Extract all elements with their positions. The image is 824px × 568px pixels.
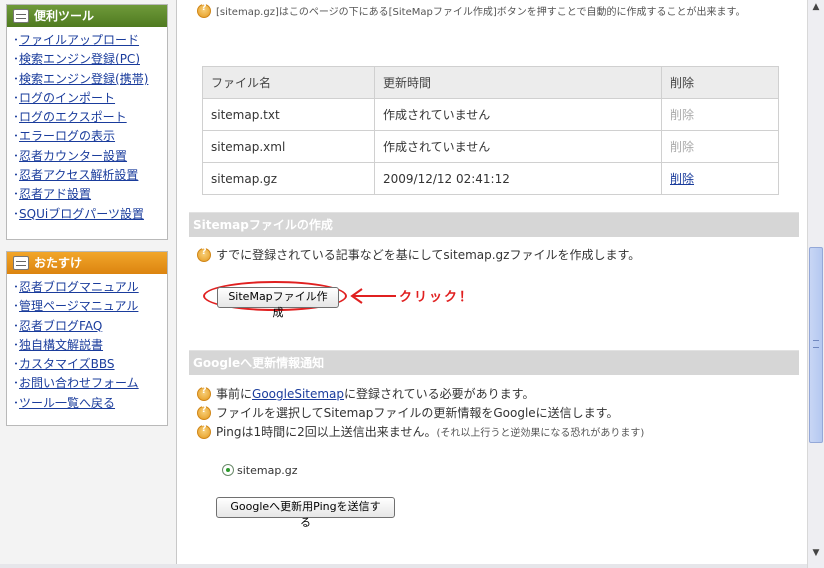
help-box-header: おたすけ — [7, 252, 167, 274]
horizontal-scrollbar[interactable] — [0, 564, 807, 568]
top-note: [sitemap.gz]はこのページの下にある[SiteMapファイル作成]ボタ… — [197, 3, 745, 18]
scroll-down-arrow-icon[interactable]: ▼ — [809, 546, 823, 560]
list-item: お問い合わせフォーム — [13, 374, 167, 393]
updated-cell: 2009/12/12 02:41:12 — [374, 162, 662, 195]
updated-cell: 作成されていません — [374, 98, 662, 131]
list-item: ログのインポート — [13, 89, 167, 108]
tool-link[interactable]: ファイルアップロード — [19, 33, 139, 47]
sitemap-section-header: Sitemapファイルの作成 — [189, 212, 799, 237]
sitemap-description: すでに登録されている記事などを基にしてsitemap.gzファイルを作成します。 — [197, 246, 640, 263]
google-section-header: Googleへ更新情報通知 — [189, 350, 799, 375]
google-sitemap-link[interactable]: GoogleSitemap — [252, 387, 344, 401]
table-header-row: ファイル名 更新時間 削除 — [202, 66, 779, 99]
list-item: ログのエクスポート — [13, 108, 167, 127]
help-link[interactable]: 忍者ブログマニュアル — [19, 280, 139, 294]
list-item: 忍者カウンター設置 — [13, 147, 167, 166]
click-annotation: クリック！ — [399, 290, 475, 305]
arrow-left-icon — [350, 288, 396, 304]
info-bullet-icon — [197, 424, 211, 439]
tool-link[interactable]: SQUiブログパーツ設置 — [19, 207, 144, 221]
google-line-3: Pingは1時間に2回以上送信出来ません。(それ以上行うと逆効果になる恐れがあり… — [197, 423, 644, 440]
google-line-1: 事前にGoogleSitemapに登録されている必要があります。 — [197, 385, 534, 402]
notepad-icon — [13, 9, 29, 23]
book-icon — [13, 256, 29, 270]
help-link[interactable]: 忍者ブログFAQ — [19, 319, 102, 333]
google-line-1-prefix: 事前に — [216, 387, 253, 401]
info-bullet-icon — [197, 247, 211, 262]
help-box-title: おたすけ — [34, 256, 83, 270]
info-bullet-icon — [197, 3, 211, 18]
info-bullet-icon — [197, 405, 211, 420]
list-item: 検索エンジン登録(PC) — [13, 50, 167, 69]
google-line-2: ファイルを選択してSitemapファイルの更新情報をGoogleに送信します。 — [197, 404, 618, 421]
google-line-2-text: ファイルを選択してSitemapファイルの更新情報をGoogleに送信します。 — [216, 406, 619, 420]
table-row: sitemap.xml 作成されていません 削除 — [202, 130, 779, 163]
list-item: カスタマイズBBS — [13, 355, 167, 374]
vertical-scrollbar[interactable]: ▲ ▼ — [807, 0, 824, 568]
help-link[interactable]: 管理ページマニュアル — [19, 299, 138, 313]
radio-button-selected[interactable] — [222, 464, 234, 476]
tool-link[interactable]: 忍者カウンター設置 — [19, 149, 127, 163]
radio-label: sitemap.gz — [237, 464, 298, 477]
sitemap-radio-option[interactable]: sitemap.gz — [222, 464, 298, 477]
updated-cell: 作成されていません — [374, 130, 662, 163]
tool-link[interactable]: 忍者アド設置 — [19, 187, 91, 201]
filename-cell: sitemap.gz — [202, 162, 375, 195]
scroll-up-arrow-icon[interactable]: ▲ — [809, 0, 823, 14]
table-row: sitemap.gz 2009/12/12 02:41:12 削除 — [202, 162, 779, 195]
tools-box-title: 便利ツール — [34, 9, 95, 23]
delete-cell-disabled: 削除 — [661, 98, 779, 131]
list-item: 忍者ブログマニュアル — [13, 278, 167, 297]
main-content: [sitemap.gz]はこのページの下にある[SiteMapファイル作成]ボタ… — [177, 0, 807, 568]
list-item: ツール一覧へ戻る — [13, 394, 167, 413]
list-item: SQUiブログパーツ設置 — [13, 205, 167, 224]
tools-box: 便利ツール ファイルアップロード 検索エンジン登録(PC) 検索エンジン登録(携… — [6, 4, 168, 240]
google-line-1-suffix: に登録されている必要があります。 — [344, 387, 535, 401]
help-link[interactable]: カスタマイズBBS — [19, 357, 115, 371]
delete-cell: 削除 — [661, 162, 779, 195]
table-row: sitemap.txt 作成されていません 削除 — [202, 98, 779, 131]
sitemap-description-text: すでに登録されている記事などを基にしてsitemap.gzファイルを作成します。 — [216, 248, 641, 262]
list-item: 独自構文解説書 — [13, 336, 167, 355]
column-header-delete: 削除 — [661, 66, 779, 99]
list-item: 検索エンジン登録(携帯) — [13, 70, 167, 89]
help-link[interactable]: ツール一覧へ戻る — [19, 396, 115, 410]
help-link[interactable]: 独自構文解説書 — [19, 338, 103, 352]
google-line-3-text: Pingは1時間に2回以上送信出来ません。 — [216, 425, 437, 439]
send-ping-button[interactable]: Googleへ更新用Pingを送信する — [216, 497, 395, 529]
list-item: 管理ページマニュアル — [13, 297, 167, 316]
list-item: ファイルアップロード — [13, 31, 167, 50]
tool-link[interactable]: ログのインポート — [19, 91, 115, 105]
tool-link[interactable]: ログのエクスポート — [19, 110, 127, 124]
tool-link[interactable]: エラーログの表示 — [19, 129, 115, 143]
top-note-text: [sitemap.gz]はこのページの下にある[SiteMapファイル作成]ボタ… — [216, 7, 746, 18]
delete-cell-disabled: 削除 — [661, 130, 779, 163]
help-link[interactable]: お問い合わせフォーム — [19, 376, 139, 390]
tool-link[interactable]: 忍者アクセス解析設置 — [19, 168, 138, 182]
column-header-updated: 更新時間 — [374, 66, 662, 99]
filename-cell: sitemap.xml — [202, 130, 375, 163]
tools-box-header: 便利ツール — [7, 5, 167, 27]
list-item: 忍者ブログFAQ — [13, 317, 167, 336]
filename-cell: sitemap.txt — [202, 98, 375, 131]
column-header-filename: ファイル名 — [202, 66, 375, 99]
help-list: 忍者ブログマニュアル 管理ページマニュアル 忍者ブログFAQ 独自構文解説書 カ… — [7, 278, 167, 413]
tool-link[interactable]: 検索エンジン登録(携帯) — [19, 72, 148, 86]
list-item: 忍者アド設置 — [13, 185, 167, 204]
sidebar: 便利ツール ファイルアップロード 検索エンジン登録(PC) 検索エンジン登録(携… — [0, 0, 177, 568]
google-line-3-note: (それ以上行うと逆効果になる恐れがあります) — [436, 428, 645, 439]
info-bullet-icon — [197, 386, 211, 401]
scrollbar-thumb[interactable] — [809, 247, 823, 443]
tools-list: ファイルアップロード 検索エンジン登録(PC) 検索エンジン登録(携帯) ログの… — [7, 31, 167, 224]
create-sitemap-button[interactable]: SiteMapファイル作成 — [217, 287, 339, 319]
list-item: エラーログの表示 — [13, 127, 167, 146]
sitemap-files-table: ファイル名 更新時間 削除 sitemap.txt 作成されていません 削除 s… — [202, 66, 779, 195]
tool-link[interactable]: 検索エンジン登録(PC) — [19, 52, 140, 66]
delete-link[interactable]: 削除 — [670, 172, 694, 186]
list-item: 忍者アクセス解析設置 — [13, 166, 167, 185]
help-box: おたすけ 忍者ブログマニュアル 管理ページマニュアル 忍者ブログFAQ 独自構文… — [6, 251, 168, 426]
